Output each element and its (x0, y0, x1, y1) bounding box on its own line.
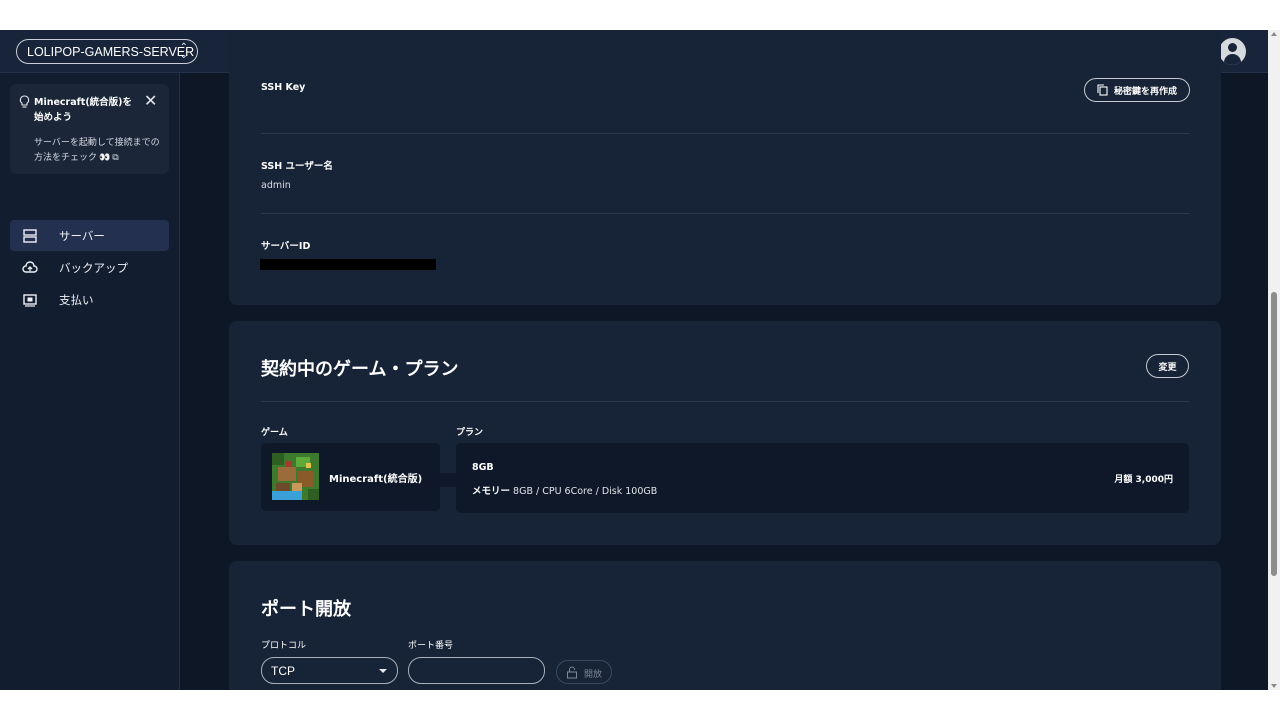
plan-card: 契約中のゲーム・プラン 変更 ゲーム プラン Minecraft(統合版) 8G… (229, 321, 1221, 545)
game-label: ゲーム (261, 428, 288, 438)
game-name: Minecraft(統合版) (329, 474, 423, 485)
protocol-value: TCP (271, 664, 295, 678)
connector (440, 473, 456, 487)
sidebar-item-server[interactable]: サーバー (10, 220, 169, 251)
dropdown-arrow-icon (379, 669, 387, 673)
tip-title: Minecraft(統合版)を始めよう (34, 97, 133, 123)
scroll-thumb[interactable] (1271, 292, 1277, 576)
ssh-key-label: SSH Key (261, 82, 306, 93)
change-plan-label: 変更 (1158, 362, 1177, 373)
lightbulb-icon (19, 95, 30, 111)
port-number-input[interactable] (408, 657, 545, 684)
sidebar-item-payment[interactable]: 支払い (10, 284, 169, 315)
lock-open-icon (567, 666, 577, 679)
ssh-user-value: admin (261, 180, 291, 191)
tip-link-text[interactable]: サーバーを起動して接続までの方法をチェック (34, 138, 160, 163)
server-id-redacted (260, 259, 436, 270)
port-number-label: ポート番号 (408, 641, 454, 651)
payment-icon (23, 294, 37, 307)
server-select[interactable]: LOLIPOP-GAMERS-SERVER ⌃ ⌄ (16, 39, 198, 64)
sidebar-item-label: バックアップ (59, 261, 128, 275)
sidebar-item-label: 支払い (59, 293, 94, 307)
cloud-upload-icon (22, 261, 38, 273)
port-open-card: ポート開放 プロトコル ポート番号 TCP 開放 (229, 561, 1221, 690)
protocol-label: プロトコル (261, 641, 307, 651)
sidebar: Minecraft(統合版)を始めよう ✕ サーバーを起動して接続までの方法をチ… (0, 73, 180, 690)
divider (261, 133, 1189, 134)
server-select-label: LOLIPOP-GAMERS-SERVER (27, 44, 195, 59)
divider (261, 213, 1189, 214)
sidebar-item-backup[interactable]: バックアップ (10, 252, 169, 283)
plan-price: 月額 3,000円 (1114, 475, 1173, 485)
regenerate-key-label: 秘密鍵を再作成 (1113, 86, 1177, 97)
divider (261, 401, 1189, 402)
scrollbar[interactable] (1268, 30, 1280, 690)
close-icon[interactable]: ✕ (144, 93, 157, 109)
server-icon (23, 229, 37, 243)
sidebar-item-label: サーバー (59, 229, 105, 243)
regenerate-key-button[interactable]: 秘密鍵を再作成 (1084, 78, 1190, 102)
port-section-title: ポート開放 (261, 599, 351, 620)
plan-section-title: 契約中のゲーム・プラン (261, 359, 459, 380)
plan-name: 8GB (472, 462, 494, 473)
protocol-select[interactable]: TCP (261, 657, 398, 684)
change-plan-button[interactable]: 変更 (1146, 354, 1189, 378)
tip-text[interactable]: サーバーを起動して接続までの方法をチェック 👀 ⧉ (34, 136, 162, 166)
minecraft-thumbnail (272, 453, 319, 500)
account-avatar-icon[interactable] (1219, 38, 1246, 65)
copy-icon (1097, 84, 1108, 96)
plan-box: 8GB メモリー 8GB / CPU 6Core / Disk 100GB 月額… (456, 443, 1189, 513)
open-port-button[interactable]: 開放 (556, 660, 612, 684)
plan-spec: メモリー 8GB / CPU 6Core / Disk 100GB (472, 483, 657, 497)
spec-text: 8GB / CPU 6Core / Disk 100GB (513, 486, 658, 497)
emoji-icon: 👀 (99, 153, 111, 163)
scroll-down-icon[interactable] (1271, 684, 1277, 688)
game-box: Minecraft(統合版) (261, 443, 440, 511)
app-window: LOLIPOP-GAMERS-SERVER ⌃ ⌄ Minecraft(統合版)を… (0, 30, 1268, 690)
getting-started-tip: Minecraft(統合版)を始めよう ✕ サーバーを起動して接続までの方法をチ… (10, 84, 169, 174)
plan-label: プラン (456, 428, 484, 438)
chevron-updown-icon: ⌃ ⌄ (179, 42, 188, 61)
external-link-icon: ⧉ (112, 153, 119, 163)
open-port-label: 開放 (584, 670, 603, 680)
server-id-label: サーバーID (261, 241, 311, 252)
ssh-info-card: SSH Key 秘密鍵を再作成 SSH ユーザー名 admin サーバーID (229, 30, 1221, 305)
spec-prefix: メモリー (472, 486, 511, 497)
scroll-up-icon[interactable] (1271, 32, 1277, 36)
ssh-user-label: SSH ユーザー名 (261, 161, 333, 172)
